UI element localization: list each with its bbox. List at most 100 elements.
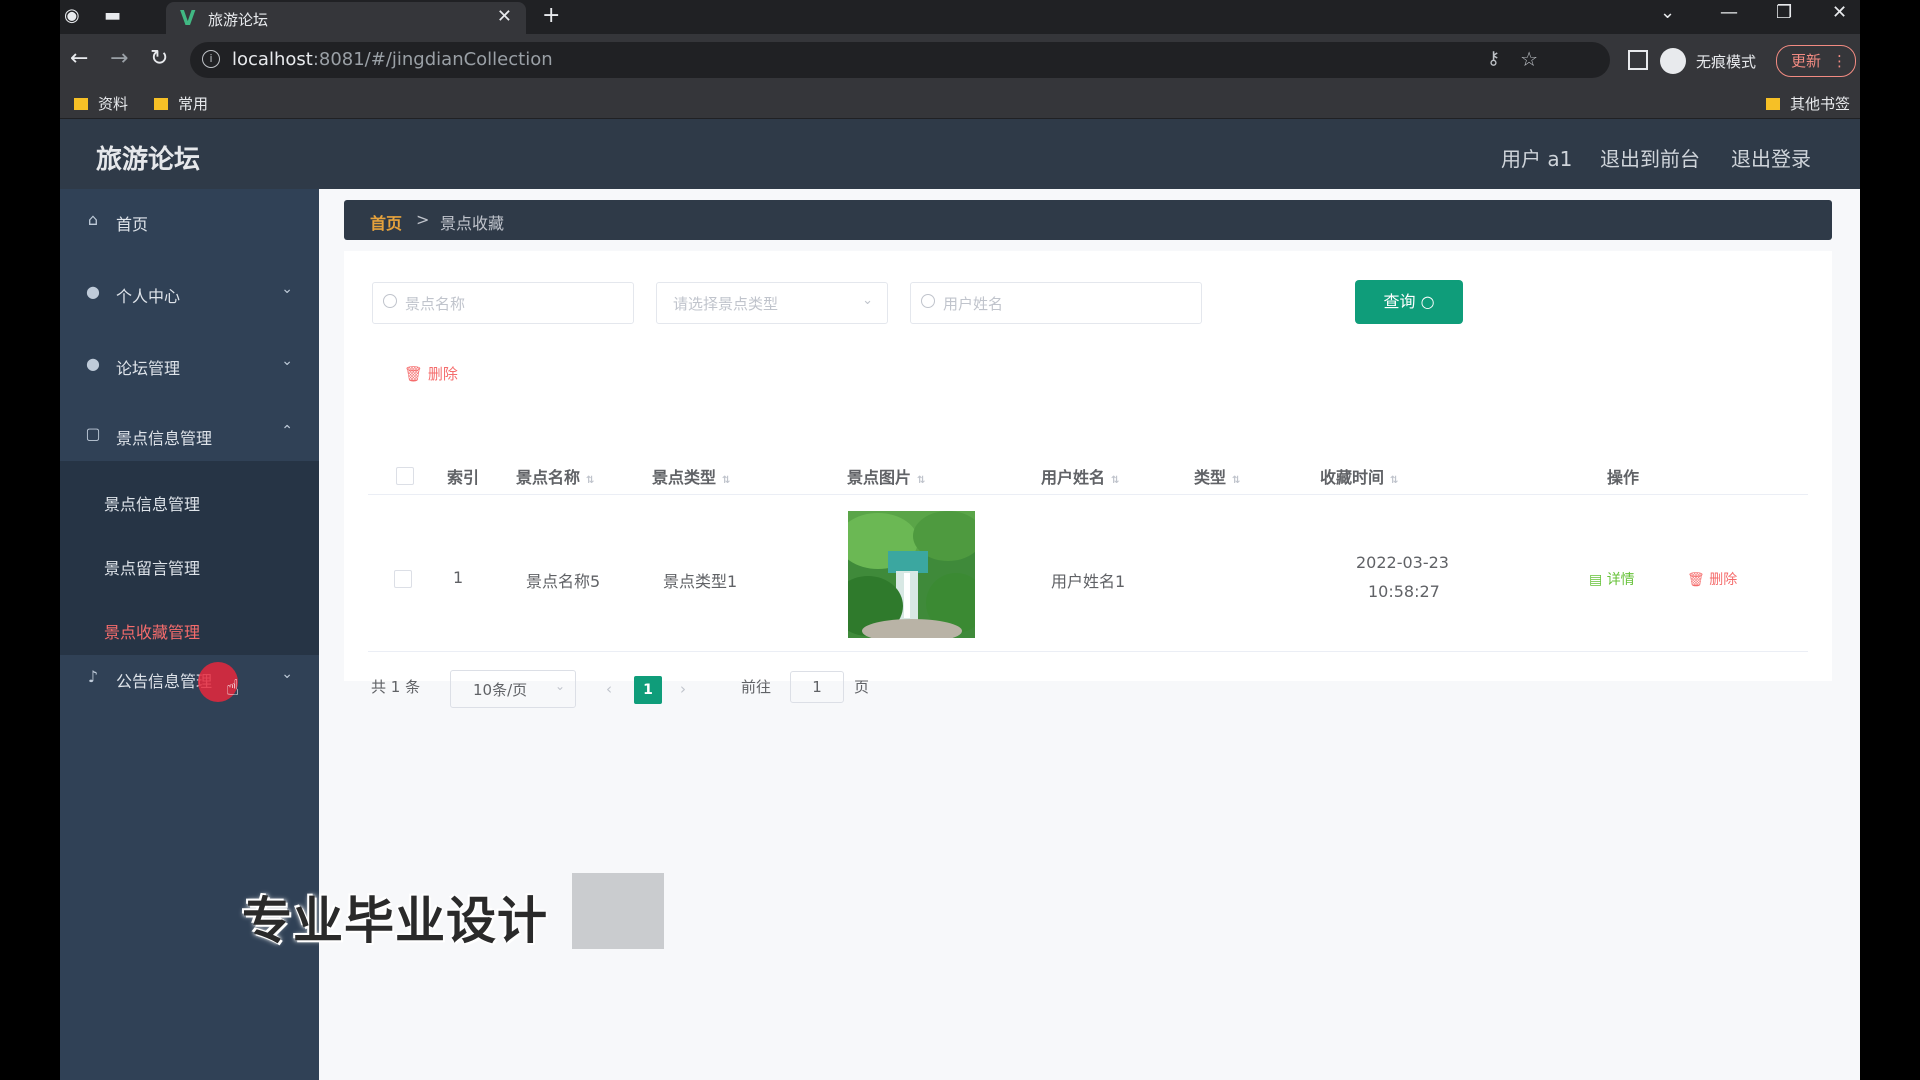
cell-user-name: 用户姓名1 bbox=[1051, 572, 1126, 591]
bookmark-folder-2[interactable]: 常用 bbox=[154, 93, 208, 114]
page-size-select[interactable]: 10条/页 ⌄ bbox=[450, 670, 576, 708]
sidebar-sub-attraction-comments[interactable]: 景点留言管理 bbox=[60, 541, 319, 591]
sidebar-item-home[interactable]: ⌂ 首页 bbox=[60, 197, 319, 247]
app-root: 旅游论坛 用户 a1 退出到前台 退出登录 ⌂ 首页 ● 个人中心 ⌄ ● 论坛… bbox=[60, 119, 1860, 1080]
header-index: 索引 bbox=[447, 468, 480, 487]
breadcrumb-home[interactable]: 首页 bbox=[370, 210, 402, 234]
header-attraction-type[interactable]: 景点类型 ⇅ bbox=[652, 464, 730, 488]
chevron-up-icon: ⌃ bbox=[281, 423, 293, 439]
browser-menu-icon[interactable]: ◉ bbox=[64, 5, 80, 26]
reload-icon[interactable]: ↻ bbox=[150, 46, 168, 72]
row-delete-button[interactable]: 🗑 删除 bbox=[1687, 569, 1737, 589]
next-page-button[interactable]: › bbox=[671, 675, 695, 703]
tab-search-icon[interactable]: ⌄ bbox=[1660, 2, 1675, 23]
forward-icon[interactable]: → bbox=[110, 46, 128, 72]
vue-logo-icon: V bbox=[180, 6, 196, 30]
browser-window: ◉ ▬ V 旅游论坛 ✕ + ⌄ — ❐ ✕ ← → ↻ i localhost… bbox=[60, 0, 1860, 1080]
breadcrumb-current: 景点收藏 bbox=[440, 214, 505, 233]
url-text[interactable]: localhost:8081/#/jingdianCollection bbox=[232, 49, 553, 70]
address-bar[interactable]: i localhost:8081/#/jingdianCollection ⚷ … bbox=[190, 42, 1610, 78]
search-icon: ○ bbox=[1420, 292, 1435, 311]
row-divider bbox=[368, 651, 1808, 652]
minimize-icon[interactable]: — bbox=[1720, 2, 1738, 23]
incognito-icon[interactable] bbox=[1660, 48, 1686, 74]
sort-icon: ⇅ bbox=[586, 475, 595, 486]
close-tab-icon[interactable]: ✕ bbox=[497, 6, 512, 27]
cell-collect-time: 10:58:27 bbox=[1368, 582, 1440, 601]
breadcrumb-separator: > bbox=[416, 210, 430, 229]
pointer-cursor-icon: ☝ bbox=[226, 676, 240, 701]
cell-attraction-name: 景点名称5 bbox=[526, 572, 601, 591]
more-menu-icon[interactable]: ⋮ bbox=[1818, 46, 1847, 76]
logout-link[interactable]: 退出登录 bbox=[1731, 143, 1811, 172]
chevron-down-icon: ⌄ bbox=[554, 679, 565, 693]
back-icon[interactable]: ← bbox=[70, 46, 88, 72]
folder-icon bbox=[1766, 98, 1780, 110]
other-bookmarks[interactable]: 其他书签 bbox=[1766, 93, 1850, 114]
sidebar-item-announcements[interactable]: ♪ 公告信息管理 ⌄ bbox=[60, 654, 319, 704]
prev-page-button[interactable]: ‹ bbox=[597, 675, 621, 703]
new-tab-icon[interactable]: + bbox=[542, 3, 560, 28]
header-attraction-name[interactable]: 景点名称 ⇅ bbox=[516, 464, 594, 488]
goto-suffix: 页 bbox=[854, 678, 870, 696]
app-header: 旅游论坛 用户 a1 退出到前台 退出登录 bbox=[60, 119, 1860, 189]
detail-button[interactable]: ▤ 详情 bbox=[1589, 569, 1635, 589]
header-collect-time[interactable]: 收藏时间 ⇅ bbox=[1320, 464, 1398, 488]
user-name-input[interactable]: 用户姓名 bbox=[910, 282, 1202, 324]
goto-page-input[interactable]: 1 bbox=[790, 671, 844, 703]
tab-title: 旅游论坛 bbox=[208, 11, 269, 29]
video-watermark: 专业毕业设计 bbox=[242, 892, 548, 950]
sidebar-sub-attraction-favorites[interactable]: 景点收藏管理 bbox=[60, 605, 319, 655]
close-window-icon[interactable]: ✕ bbox=[1832, 2, 1847, 23]
cell-attraction-type: 景点类型1 bbox=[663, 572, 738, 591]
app-title: 旅游论坛 bbox=[96, 145, 201, 175]
sidebar-item-personal-center[interactable]: ● 个人中心 ⌄ bbox=[60, 269, 319, 319]
header-user-name[interactable]: 用户姓名 ⇅ bbox=[1041, 464, 1119, 488]
home-icon: ⌂ bbox=[87, 210, 99, 229]
sort-icon: ⇅ bbox=[722, 475, 731, 486]
current-page[interactable]: 1 bbox=[634, 676, 662, 704]
user-icon: ● bbox=[86, 354, 100, 373]
side-panel-icon[interactable] bbox=[1628, 50, 1648, 70]
current-user: 用户 a1 bbox=[1501, 147, 1573, 171]
folder-icon bbox=[154, 98, 168, 110]
pagination-total: 共 1 条 bbox=[371, 678, 421, 696]
active-tab[interactable]: V 旅游论坛 ✕ bbox=[166, 2, 526, 34]
header-kind[interactable]: 类型 ⇅ bbox=[1194, 464, 1240, 488]
attraction-thumbnail bbox=[848, 511, 975, 638]
sidebar-item-forum[interactable]: ● 论坛管理 ⌄ bbox=[60, 341, 319, 391]
sidebar-item-attractions[interactable]: ▢ 景点信息管理 ⌃ bbox=[60, 411, 319, 461]
attraction-type-select[interactable]: 请选择景点类型 ⌄ bbox=[656, 282, 888, 324]
update-button[interactable]: 更新 ⋮ bbox=[1776, 45, 1856, 77]
row-checkbox[interactable] bbox=[394, 570, 412, 588]
folder-icon bbox=[74, 98, 88, 110]
trash-icon: 🗑 bbox=[1687, 572, 1705, 588]
blurred-region bbox=[572, 873, 664, 949]
document-icon: ▢ bbox=[85, 424, 101, 443]
sidebar-sub-attraction-info[interactable]: 景点信息管理 bbox=[60, 477, 319, 527]
microphone-icon: ♪ bbox=[87, 667, 99, 686]
select-all-checkbox[interactable] bbox=[396, 467, 414, 485]
query-button[interactable]: 查询 ○ bbox=[1355, 280, 1463, 324]
tab-window-icon[interactable]: ▬ bbox=[104, 5, 121, 26]
nav-bar: ← → ↻ i localhost:8081/#/jingdianCollect… bbox=[60, 34, 1860, 86]
batch-delete-button[interactable]: 🗑 删除 bbox=[404, 363, 458, 384]
document-icon: ▤ bbox=[1589, 572, 1603, 588]
site-info-icon[interactable]: i bbox=[202, 50, 220, 68]
header-attraction-image[interactable]: 景点图片 ⇅ bbox=[847, 464, 925, 488]
chevron-down-icon: ⌄ bbox=[862, 293, 873, 308]
goto-prefix: 前往 bbox=[741, 678, 772, 696]
attraction-name-input[interactable]: 景点名称 bbox=[372, 282, 634, 324]
key-icon[interactable]: ⚷ bbox=[1487, 48, 1500, 69]
chevron-down-icon: ⌄ bbox=[281, 353, 293, 369]
back-to-frontend-link[interactable]: 退出到前台 bbox=[1600, 143, 1700, 172]
restore-icon[interactable]: ❐ bbox=[1776, 2, 1792, 23]
bookmarks-bar: 资料 常用 其他书签 bbox=[60, 86, 1860, 119]
bookmark-folder-1[interactable]: 资料 bbox=[74, 93, 128, 114]
incognito-label: 无痕模式 bbox=[1696, 53, 1757, 71]
search-icon bbox=[921, 294, 935, 308]
content-panel: 景点名称 请选择景点类型 ⌄ 用户姓名 查询 ○ 🗑 删除 索引 景点名称 ⇅ … bbox=[344, 251, 1832, 708]
bookmark-star-icon[interactable]: ☆ bbox=[1520, 47, 1538, 71]
user-icon: ● bbox=[86, 282, 100, 301]
chevron-down-icon: ⌄ bbox=[281, 281, 293, 297]
